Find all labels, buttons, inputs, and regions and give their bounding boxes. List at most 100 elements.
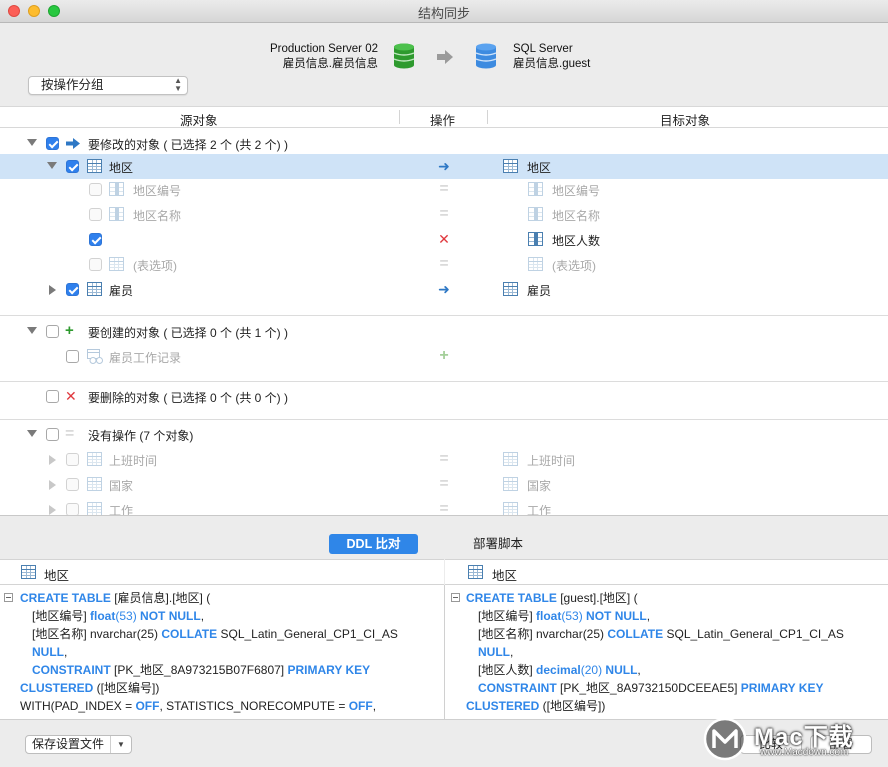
table-icon [503,159,518,173]
group-by-select[interactable]: 按操作分组 ▲ ▼ [28,76,188,95]
target-field-name: 地区名称 [552,209,601,223]
sql-keyword: CLUSTERED [20,681,94,695]
table-relation-icon [87,349,103,364]
source-object-name: 地区 [109,161,134,175]
disclosure-triangle-icon[interactable] [49,480,56,490]
equal-icon: = [439,255,449,272]
group-none-checkbox[interactable] [46,428,59,441]
table-options-icon [109,257,124,271]
disclosure-triangle-icon[interactable] [49,505,56,515]
disclosure-triangle-icon[interactable] [27,139,37,146]
tree-row-region-count[interactable]: ✕ 地区人数 [0,227,888,252]
tab-deploy-script[interactable]: 部署脚本 [456,534,540,554]
left-ddl-pane[interactable]: CREATE TABLE [雇员信息].[地区] ([地区编号] float(5… [0,585,444,719]
target-info: SQL Server 雇员信息.guest [513,42,673,72]
table-icon [503,502,518,515]
target-object-name: 雇员 [527,284,552,298]
group-create-checkbox[interactable] [46,325,59,338]
target-field-name: (表选项) [552,259,596,273]
row-checkbox [66,478,79,491]
table-icon [503,452,518,466]
source-field-name: 地区编号 [133,184,182,198]
column-icon [109,207,124,221]
sql-keyword: CONSTRAINT [478,681,557,695]
sql-text: [guest].[地区] ( [556,591,638,605]
source-object-name: 雇员工作记录 [109,351,182,365]
disclosure-triangle-icon[interactable] [27,430,37,437]
tree-row-table-options: (表选项) = (表选项) [0,252,888,277]
target-server-name: SQL Server [513,43,573,55]
sql-text: (53) [115,609,141,623]
save-settings-label: 保存设置文件 [32,737,105,751]
row-checkbox [66,503,79,515]
tree-row-region[interactable]: 地区 ➜ 地区 [0,154,888,179]
sql-keyword: CLUSTERED [466,699,540,713]
group-modify-row[interactable]: 要修改的对象 ( 已选择 2 个 (共 2 个) ) [0,131,888,156]
object-tree: 要修改的对象 ( 已选择 2 个 (共 2 个) ) 地区 ➜ 地区 地区编号 … [0,128,888,515]
employee-checkbox[interactable] [66,283,79,296]
group-none-row[interactable]: = 没有操作 (7 个对象) [0,422,888,447]
row-checkbox [89,258,102,271]
sql-text: (53) [561,609,587,623]
group-modify-checkbox[interactable] [46,137,59,150]
equal-icon: = [439,475,449,492]
column-header: 源对象 操作 目标对象 [0,106,888,128]
ddl-line: CONSTRAINT [PK_地区_8A973215B07F6807] PRIM… [32,661,370,679]
equal-icon: = [439,180,449,197]
ddl-line: CLUSTERED ([地区编号]) [20,679,159,697]
disclosure-triangle-icon[interactable] [49,455,56,465]
sql-keyword: OFF [135,699,160,713]
fold-icon[interactable] [4,593,13,602]
select-arrows-icon: ▲ ▼ [174,76,182,93]
fold-icon[interactable] [451,593,460,602]
target-field-name: 地区人数 [552,234,601,248]
column-target[interactable]: 目标对象 [660,110,710,129]
sql-text: SQL_Latin_General_CP1_CI_AS [217,627,398,641]
window-title: 结构同步 [417,6,470,21]
ddl-line: [地区名称] nvarchar(25) COLLATE SQL_Latin_Ge… [478,625,844,643]
group-delete-checkbox[interactable] [46,390,59,403]
sql-text: [地区名称] nvarchar(25) [478,627,608,641]
table-icon [503,282,518,296]
region-checkbox[interactable] [66,160,79,173]
source-object-name: 国家 [109,479,134,493]
column-operation[interactable]: 操作 [430,110,455,129]
target-object-name: 国家 [527,479,552,493]
disclosure-triangle-icon[interactable] [49,285,56,295]
group-create-label: 要创建的对象 ( 已选择 0 个 (共 1 个) ) [88,326,289,340]
tree-row-job: 工作 = 工作 [0,497,888,515]
table-options-icon [528,257,543,271]
table-icon [503,477,518,491]
sql-keyword: PRIMARY KEY [740,681,824,695]
tree-row-employee-log[interactable]: 雇员工作记录 + [0,344,888,369]
disclosure-triangle-icon[interactable] [27,327,37,334]
row-checkbox[interactable] [89,233,102,246]
tab-ddl-compare[interactable]: DDL 比对 [329,534,418,554]
group-create-row[interactable]: + 要创建的对象 ( 已选择 0 个 (共 1 个) ) [0,319,888,344]
sql-keyword: NULL [478,645,510,659]
watermark-logo-icon [703,717,747,761]
chevron-down-icon[interactable]: ▼ [110,736,131,753]
save-settings-button[interactable]: 保存设置文件 ▼ [25,735,132,754]
tree-row-employee[interactable]: 雇员 ➜ 雇员 [0,277,888,302]
source-database-icon [393,43,415,69]
sql-text: [地区编号] [478,609,537,623]
column-source[interactable]: 源对象 [180,110,218,129]
group-delete-row[interactable]: ✕ 要删除的对象 ( 已选择 0 个 (共 0 个) ) [0,384,888,409]
table-icon [87,159,102,173]
sql-text: WITH(PAD_INDEX = [20,699,136,713]
sql-text: , [646,609,651,623]
row-checkbox[interactable] [66,350,79,363]
group-divider [0,315,888,316]
sql-text: (20) [580,663,606,677]
source-schema-name: 雇员信息.雇员信息 [282,58,378,70]
sql-text: , [510,645,514,659]
right-ddl-pane[interactable]: CREATE TABLE [guest].[地区] ([地区编号] float(… [445,585,888,719]
title-bar: 结构同步 [0,0,888,23]
left-pane-title: 地区 [44,569,70,583]
disclosure-triangle-icon[interactable] [47,162,57,169]
ddl-line: [地区编号] float(53) NOT NULL, [32,607,204,625]
sql-keyword: COLLATE [161,627,218,641]
right-pane-header: 地区 [445,559,888,585]
sql-keyword: float [536,609,562,623]
